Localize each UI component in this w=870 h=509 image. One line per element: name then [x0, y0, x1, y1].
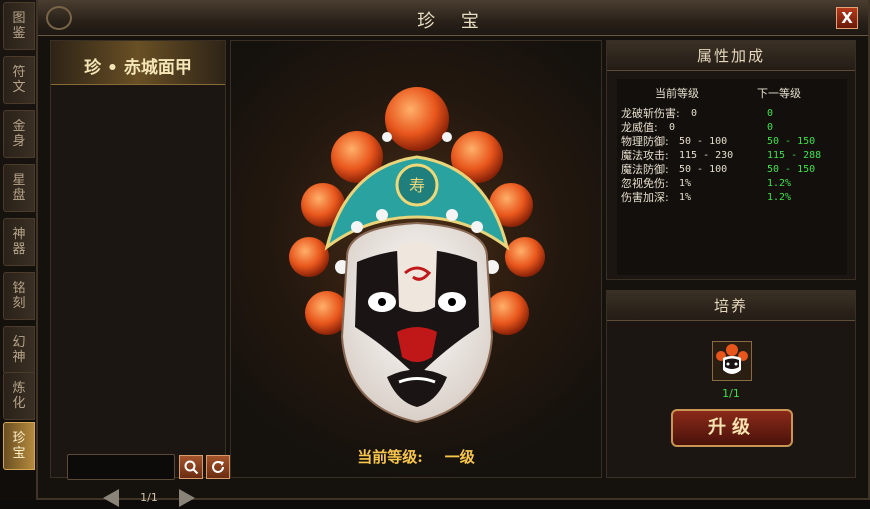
stat-next: 115 - 288	[767, 150, 822, 161]
stat-name: 龙威值:	[621, 121, 658, 134]
treasure-display-panel: 寿 当前等级: 一级	[230, 40, 602, 478]
search-icon	[184, 460, 199, 475]
upgrade-button[interactable]: 升级	[671, 409, 793, 447]
stat-current: 1%	[679, 178, 692, 189]
stat-row: 龙威值: 0 0	[621, 121, 847, 134]
stat-name: 龙破斩伤害:	[621, 107, 680, 120]
item-name: 珍 • 赤城面甲	[84, 58, 192, 78]
cultivate-title: 培养	[607, 291, 855, 321]
attribute-table: 当前等级 下一等级 龙破斩伤害: 0 0 龙威值: 0 0 物理防御: 50 -…	[617, 79, 847, 275]
treasure-list-panel: 珍 • 赤城面甲 1/1	[50, 40, 230, 507]
refresh-button[interactable]	[206, 455, 230, 479]
mask-thumbnail-icon	[716, 344, 748, 374]
stat-current: 0	[691, 108, 698, 119]
current-level-label: 当前等级:	[357, 448, 423, 466]
tab-zhenbao[interactable]: 珍宝	[3, 422, 35, 470]
stat-current: 115 - 230	[679, 150, 734, 161]
attribute-bonus-panel: 属性加成 当前等级 下一等级 龙破斩伤害: 0 0 龙威值: 0 0 物理防御:…	[606, 40, 856, 280]
stat-row: 物理防御: 50 - 100 50 - 150	[621, 135, 847, 148]
stat-current: 50 - 100	[679, 164, 728, 175]
next-page-icon[interactable]	[179, 489, 195, 507]
tab-tujian[interactable]: 图鉴	[3, 2, 35, 50]
stat-row: 伤害加深: 1% 1.2%	[621, 191, 847, 204]
stat-name: 物理防御:	[621, 135, 669, 148]
refresh-icon	[212, 461, 224, 473]
list-item-selected[interactable]: 珍 • 赤城面甲	[51, 41, 225, 85]
material-slot[interactable]	[712, 341, 752, 381]
search-button[interactable]	[179, 455, 203, 479]
close-button[interactable]: X	[836, 7, 858, 29]
title-bar: 珍 宝 X	[38, 0, 868, 36]
tab-lianhua[interactable]: 炼化	[3, 372, 35, 420]
pager: 1/1	[103, 487, 203, 509]
tab-jinshen[interactable]: 金身	[3, 110, 35, 158]
window-title: 珍 宝	[417, 11, 489, 32]
material-count: 1/1	[722, 387, 740, 400]
current-level: 当前等级: 一级	[231, 446, 601, 467]
current-level-value: 一级	[444, 448, 475, 466]
cultivate-panel: 培养 1/1 升级	[606, 290, 856, 478]
stat-row: 魔法攻击: 115 - 230 115 - 288	[621, 149, 847, 162]
stat-next: 0	[767, 108, 774, 119]
treasure-window: 珍 宝 X 珍 • 赤城面甲 1/1 寿 当前等级: 一级 属性加成 当前等级 …	[36, 0, 870, 507]
stat-name: 魔法防御:	[621, 163, 669, 176]
opera-mask-image: 寿	[289, 87, 545, 424]
attribute-bonus-title: 属性加成	[607, 41, 855, 71]
stat-row: 魔法防御: 50 - 100 50 - 150	[621, 163, 847, 176]
stat-current: 0	[669, 122, 676, 133]
stat-row: 忽视免伤: 1% 1.2%	[621, 177, 847, 190]
search-input[interactable]	[67, 454, 175, 480]
tab-huanshen[interactable]: 幻神	[3, 326, 35, 374]
stat-row: 龙破斩伤害: 0 0	[621, 107, 847, 120]
stat-current: 1%	[679, 192, 692, 203]
page-indicator: 1/1	[140, 491, 158, 504]
prev-page-icon[interactable]	[103, 489, 119, 507]
stat-name: 忽视免伤:	[621, 177, 669, 190]
stat-next: 1.2%	[767, 192, 792, 203]
next-level-header: 下一等级	[757, 87, 801, 100]
stat-next: 1.2%	[767, 178, 792, 189]
stat-next: 0	[767, 122, 774, 133]
stat-current: 50 - 100	[679, 136, 728, 147]
svg-text:寿: 寿	[409, 176, 425, 195]
stat-next: 50 - 150	[767, 164, 816, 175]
stat-name: 伤害加深:	[621, 191, 669, 204]
stat-name: 魔法攻击:	[621, 149, 669, 162]
tab-xingpan[interactable]: 星盘	[3, 164, 35, 212]
tab-fuwen[interactable]: 符文	[3, 56, 35, 104]
tab-mingke[interactable]: 铭刻	[3, 272, 35, 320]
tab-shenqi[interactable]: 神器	[3, 218, 35, 266]
side-tab-bar: 图鉴 符文 金身 星盘 神器 铭刻 幻神 炼化 珍宝	[0, 0, 40, 500]
current-level-header: 当前等级	[655, 87, 699, 100]
stat-next: 50 - 150	[767, 136, 816, 147]
